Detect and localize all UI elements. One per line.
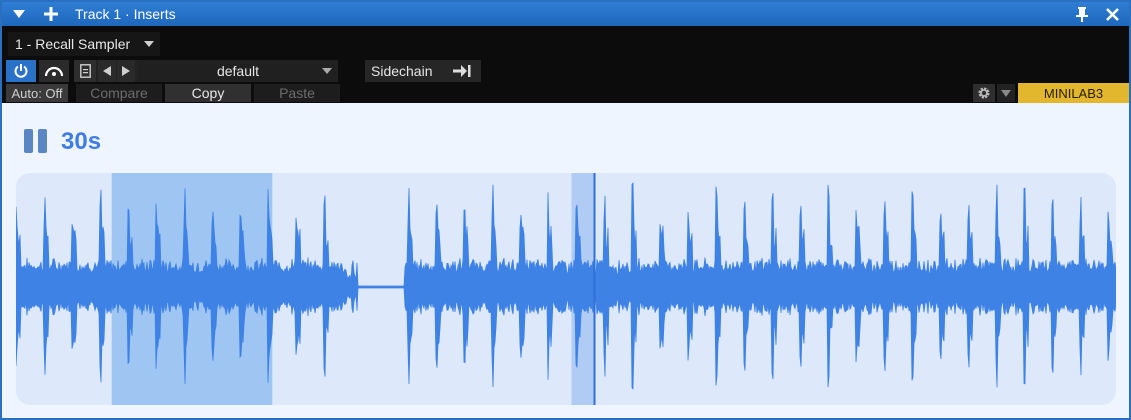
waveform-display[interactable] [16, 173, 1116, 405]
preset-file-icon[interactable] [74, 60, 96, 82]
power-icon [14, 64, 28, 78]
next-preset-icon[interactable] [117, 60, 135, 82]
device-badge[interactable]: MINILAB3 [1018, 83, 1129, 103]
power-button[interactable] [6, 60, 36, 82]
paste-label: Paste [279, 85, 315, 101]
previous-preset-icon[interactable] [98, 60, 116, 82]
preset-name: default [216, 63, 260, 79]
copy-label: Copy [191, 85, 225, 101]
automation-label: Auto: Off [11, 85, 63, 101]
plugin-window: Track 1 · Inserts 1 - Recall Sampler def… [0, 0, 1131, 420]
device-label: MINILAB3 [1043, 85, 1104, 101]
chevron-down-icon[interactable] [997, 84, 1015, 102]
window-title: Track 1 · Inserts [75, 6, 176, 22]
sidechain-button[interactable]: Sidechain [365, 60, 481, 82]
plus-icon[interactable] [40, 2, 62, 26]
preset-selector[interactable]: default [138, 60, 338, 82]
collapse-triangle-icon[interactable] [8, 2, 30, 26]
close-icon[interactable] [1101, 2, 1123, 26]
recording-length: 30s [61, 128, 102, 155]
pause-icon[interactable] [24, 129, 48, 153]
chevron-down-icon [144, 41, 154, 47]
title-bar: Track 1 · Inserts [2, 2, 1129, 26]
plugin-name: 1 - Recall Sampler [15, 36, 131, 52]
sidechain-arrow-icon [453, 65, 471, 77]
gear-icon[interactable] [973, 84, 995, 102]
pin-icon[interactable] [1071, 2, 1093, 26]
chevron-down-icon [322, 68, 332, 74]
paste-button[interactable]: Paste [254, 84, 340, 102]
copy-button[interactable]: Copy [165, 84, 251, 102]
compare-button[interactable]: Compare [76, 84, 162, 102]
plugin-header: 1 - Recall Sampler default Sidechain Aut… [2, 26, 1129, 103]
sidechain-label: Sidechain [371, 63, 433, 79]
monitor-button[interactable] [39, 60, 69, 82]
arc-icon [44, 66, 64, 77]
compare-label: Compare [90, 85, 148, 101]
automation-button[interactable]: Auto: Off [6, 84, 68, 102]
playhead[interactable] [593, 173, 596, 405]
waveform [16, 173, 1116, 405]
plugin-selector[interactable]: 1 - Recall Sampler [8, 32, 160, 56]
preset-bar: default [74, 60, 338, 82]
sampler-panel: 30s [2, 103, 1129, 418]
